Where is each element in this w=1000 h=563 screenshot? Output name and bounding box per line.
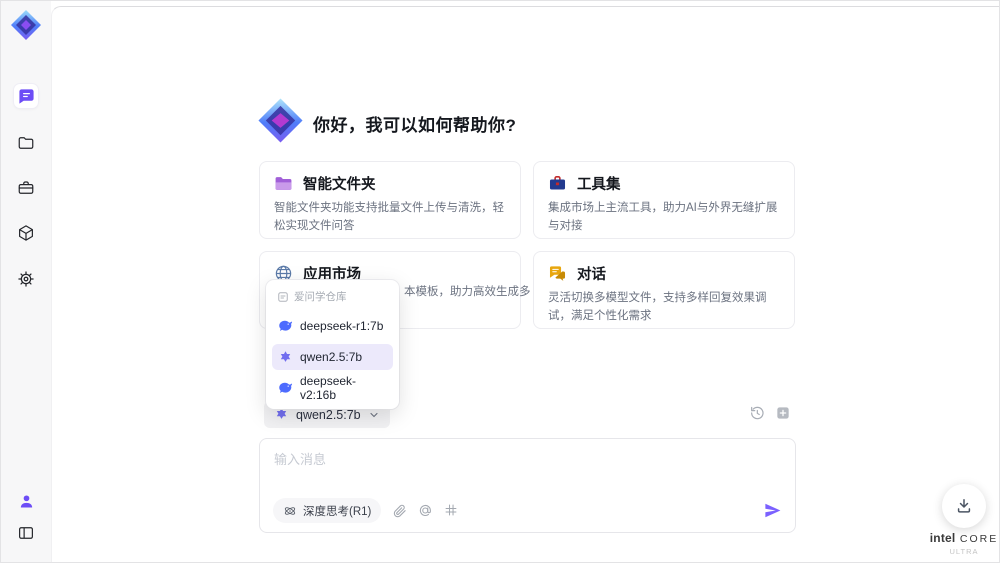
card-dialogue[interactable]: 对话 灵活切换多模型文件，支持多样回复效果调试，满足个性化需求 [533, 251, 795, 329]
briefcase-icon [17, 179, 35, 197]
greeting-title: 你好，我可以如何帮助你? [313, 116, 517, 135]
deep-think-toggle[interactable]: 深度思考(R1) [273, 498, 382, 523]
composer-toolbar: 深度思考(R1) [273, 498, 782, 523]
new-chat-icon[interactable] [775, 405, 791, 421]
card-toolset[interactable]: 工具集 集成市场上主流工具，助力AI与外界无缝扩展与对接 [533, 161, 795, 239]
conversation-tools [749, 405, 791, 421]
model-option-qwen[interactable]: qwen2.5:7b [272, 344, 393, 370]
app-window: 你好，我可以如何帮助你? 智能文件夹 智能文件夹功能支持批量文件上传与清洗，轻松… [0, 0, 1000, 563]
card-description: 灵活切换多模型文件，支持多样回复效果调试，满足个性化需求 [548, 292, 767, 322]
repo-icon [277, 291, 289, 303]
panel-icon [17, 524, 35, 542]
model-option-deepseek-v2[interactable]: deepseek-v2:16b [272, 374, 393, 402]
sidebar-item-chat[interactable] [14, 84, 38, 108]
card-title: 工具集 [577, 177, 621, 193]
sidebar-item-toolbox[interactable] [14, 176, 38, 200]
sidebar-item-models[interactable] [14, 221, 38, 245]
download-icon [954, 496, 974, 516]
chat-amber-icon [548, 264, 567, 283]
core-wordmark: core [959, 533, 999, 545]
intel-wordmark: intel [929, 531, 956, 545]
qwen-icon [274, 407, 289, 422]
model-option-label: qwen2.5:7b [300, 350, 363, 364]
message-input-placeholder: 输入消息 [274, 452, 327, 467]
model-dropdown: 爱问学仓库 deepseek-r1:7b qwen2.5:7b deepseek… [266, 280, 399, 409]
send-icon[interactable] [763, 501, 782, 520]
card-smart-folder[interactable]: 智能文件夹 智能文件夹功能支持批量文件上传与清洗，轻松实现文件问答 [259, 161, 521, 239]
sidebar-item-folders[interactable] [14, 131, 38, 155]
chat-bubble-icon [18, 88, 35, 105]
greeting-gem-icon [257, 97, 304, 144]
deepseek-icon [278, 381, 293, 396]
model-option-deepseek-r1[interactable]: deepseek-r1:7b [272, 313, 393, 339]
at-icon[interactable] [418, 503, 433, 518]
deepseek-icon [278, 319, 293, 334]
cube-icon [17, 224, 35, 242]
download-button[interactable] [942, 484, 986, 528]
message-input[interactable]: 输入消息 深度思考(R1) [259, 438, 796, 533]
card-title: 对话 [577, 267, 606, 283]
gear-icon [17, 270, 35, 288]
card-title: 智能文件夹 [303, 177, 376, 193]
user-icon [18, 493, 35, 510]
paperclip-icon[interactable] [392, 503, 407, 518]
grid-icon[interactable] [444, 503, 459, 518]
card-description-partial: 本模板，助力高效生成多 [404, 286, 531, 298]
model-option-label: deepseek-v2:16b [300, 374, 357, 402]
sidebar [1, 1, 51, 562]
atom-icon [283, 504, 297, 518]
model-selector-value: qwen2.5:7b [296, 407, 361, 422]
model-dropdown-header: 爱问学仓库 [272, 287, 393, 308]
folder-purple-icon [274, 174, 293, 193]
tier-label: ultra [949, 546, 979, 556]
deep-think-label: 深度思考(R1) [303, 505, 372, 518]
sidebar-item-collapse[interactable] [14, 521, 38, 545]
qwen-icon [278, 350, 293, 365]
history-icon[interactable] [749, 405, 765, 421]
card-description: 智能文件夹功能支持批量文件上传与清洗，轻松实现文件问答 [274, 202, 504, 232]
sidebar-item-account[interactable] [14, 489, 38, 513]
sidebar-item-settings[interactable] [14, 267, 38, 291]
model-option-label: deepseek-r1:7b [300, 319, 384, 333]
card-description: 集成市场上主流工具，助力AI与外界无缝扩展与对接 [548, 202, 778, 232]
chevron-down-icon [368, 409, 380, 421]
model-dropdown-header-label: 爱问学仓库 [294, 291, 347, 303]
app-logo-icon [10, 9, 42, 41]
folder-icon [17, 134, 35, 152]
intel-core-logo: intel core ultra [922, 529, 999, 556]
briefcase-red-icon [548, 174, 567, 193]
